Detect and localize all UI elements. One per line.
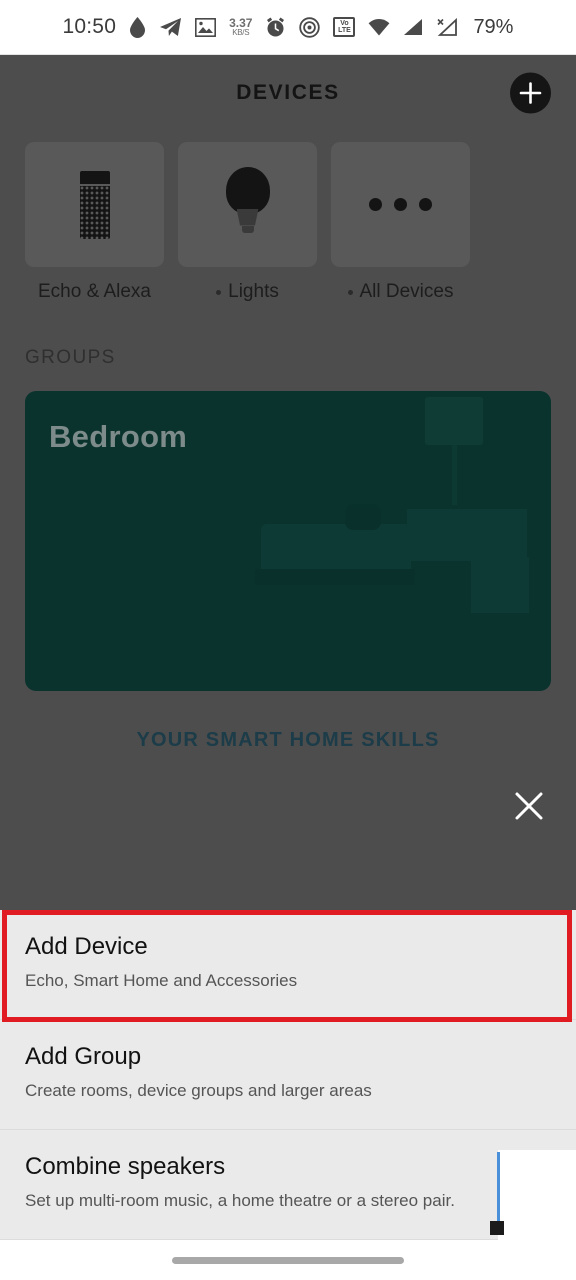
menu-item-subtitle: Echo, Smart Home and Accessories — [25, 971, 298, 990]
menu-item-add-group[interactable]: Add Group Create rooms, device groups an… — [0, 1020, 576, 1130]
app-header: DEVICES — [0, 55, 576, 130]
alarm-clock-icon — [265, 17, 286, 38]
menu-item-title: Add Group — [25, 1043, 142, 1070]
category-label: Echo & Alexa — [37, 281, 152, 302]
data-rate-indicator: 3.37 KB/S — [229, 17, 252, 37]
status-bar: 10:50 3.37 KB/S Vo LTE 79% — [0, 0, 576, 55]
category-tile[interactable] — [25, 142, 164, 267]
menu-item-title: Add Device — [25, 933, 148, 960]
status-dot — [216, 289, 222, 295]
status-time: 10:50 — [62, 15, 117, 38]
category-label-wrap: All Devices — [331, 281, 470, 303]
menu-item-subtitle: Set up multi-room music, a home theatre … — [25, 1191, 455, 1210]
light-bulb-icon — [221, 166, 275, 243]
close-row — [0, 784, 576, 828]
category-label-wrap: Lights — [178, 281, 317, 303]
groups-section-title: GROUPS — [25, 347, 116, 368]
smart-home-skills-link[interactable]: YOUR SMART HOME SKILLS — [0, 729, 576, 752]
overlay-chip-icon — [490, 1221, 504, 1235]
sidebar-item-all-devices[interactable]: All Devices — [331, 142, 470, 303]
system-navigation-bar — [0, 1240, 576, 1280]
group-card-title: Bedroom — [49, 419, 188, 454]
battery-percentage: 79% — [473, 15, 514, 38]
signal-icon — [403, 18, 423, 36]
category-label-wrap: Echo & Alexa — [25, 281, 164, 303]
bottom-sheet-menu: Add Device Echo, Smart Home and Accessor… — [0, 910, 576, 1280]
category-label: Lights — [228, 281, 279, 302]
sidebar-item-echo-alexa[interactable]: Echo & Alexa — [25, 142, 164, 303]
menu-item-title: Combine speakers — [25, 1153, 226, 1180]
water-drop-icon — [129, 16, 146, 38]
category-label: All Devices — [359, 281, 454, 302]
photo-icon — [195, 17, 217, 37]
add-button[interactable] — [510, 72, 551, 113]
volte-label-bottom: LTE — [338, 27, 351, 34]
close-icon[interactable] — [507, 784, 551, 828]
menu-item-add-device[interactable]: Add Device Echo, Smart Home and Accessor… — [0, 910, 576, 1022]
volte-icon: Vo LTE — [333, 17, 356, 37]
highlight-box — [2, 910, 572, 1022]
data-rate-unit: KB/S — [232, 28, 250, 37]
telegram-icon — [159, 17, 182, 38]
sidebar-item-lights[interactable]: Lights — [178, 142, 317, 303]
status-dot — [347, 289, 353, 295]
group-card-bedroom[interactable]: Bedroom — [25, 391, 551, 691]
menu-item-subtitle: Create rooms, device groups and larger a… — [25, 1081, 372, 1100]
home-gesture-pill[interactable] — [172, 1256, 404, 1264]
wifi-icon — [368, 18, 390, 36]
volte-label-top: Vo — [340, 20, 349, 27]
hotspot-icon — [299, 16, 321, 38]
ellipsis-icon — [369, 198, 432, 211]
page-title: DEVICES — [236, 80, 340, 104]
category-tile[interactable] — [331, 142, 470, 267]
echo-device-icon — [79, 170, 110, 239]
cursor-bar — [497, 1152, 500, 1224]
signal-no-sim-icon — [436, 18, 458, 36]
overlay-artifact — [490, 1150, 576, 1240]
category-tile[interactable] — [178, 142, 317, 267]
device-category-tiles: Echo & Alexa Lights All Devices — [0, 142, 576, 303]
